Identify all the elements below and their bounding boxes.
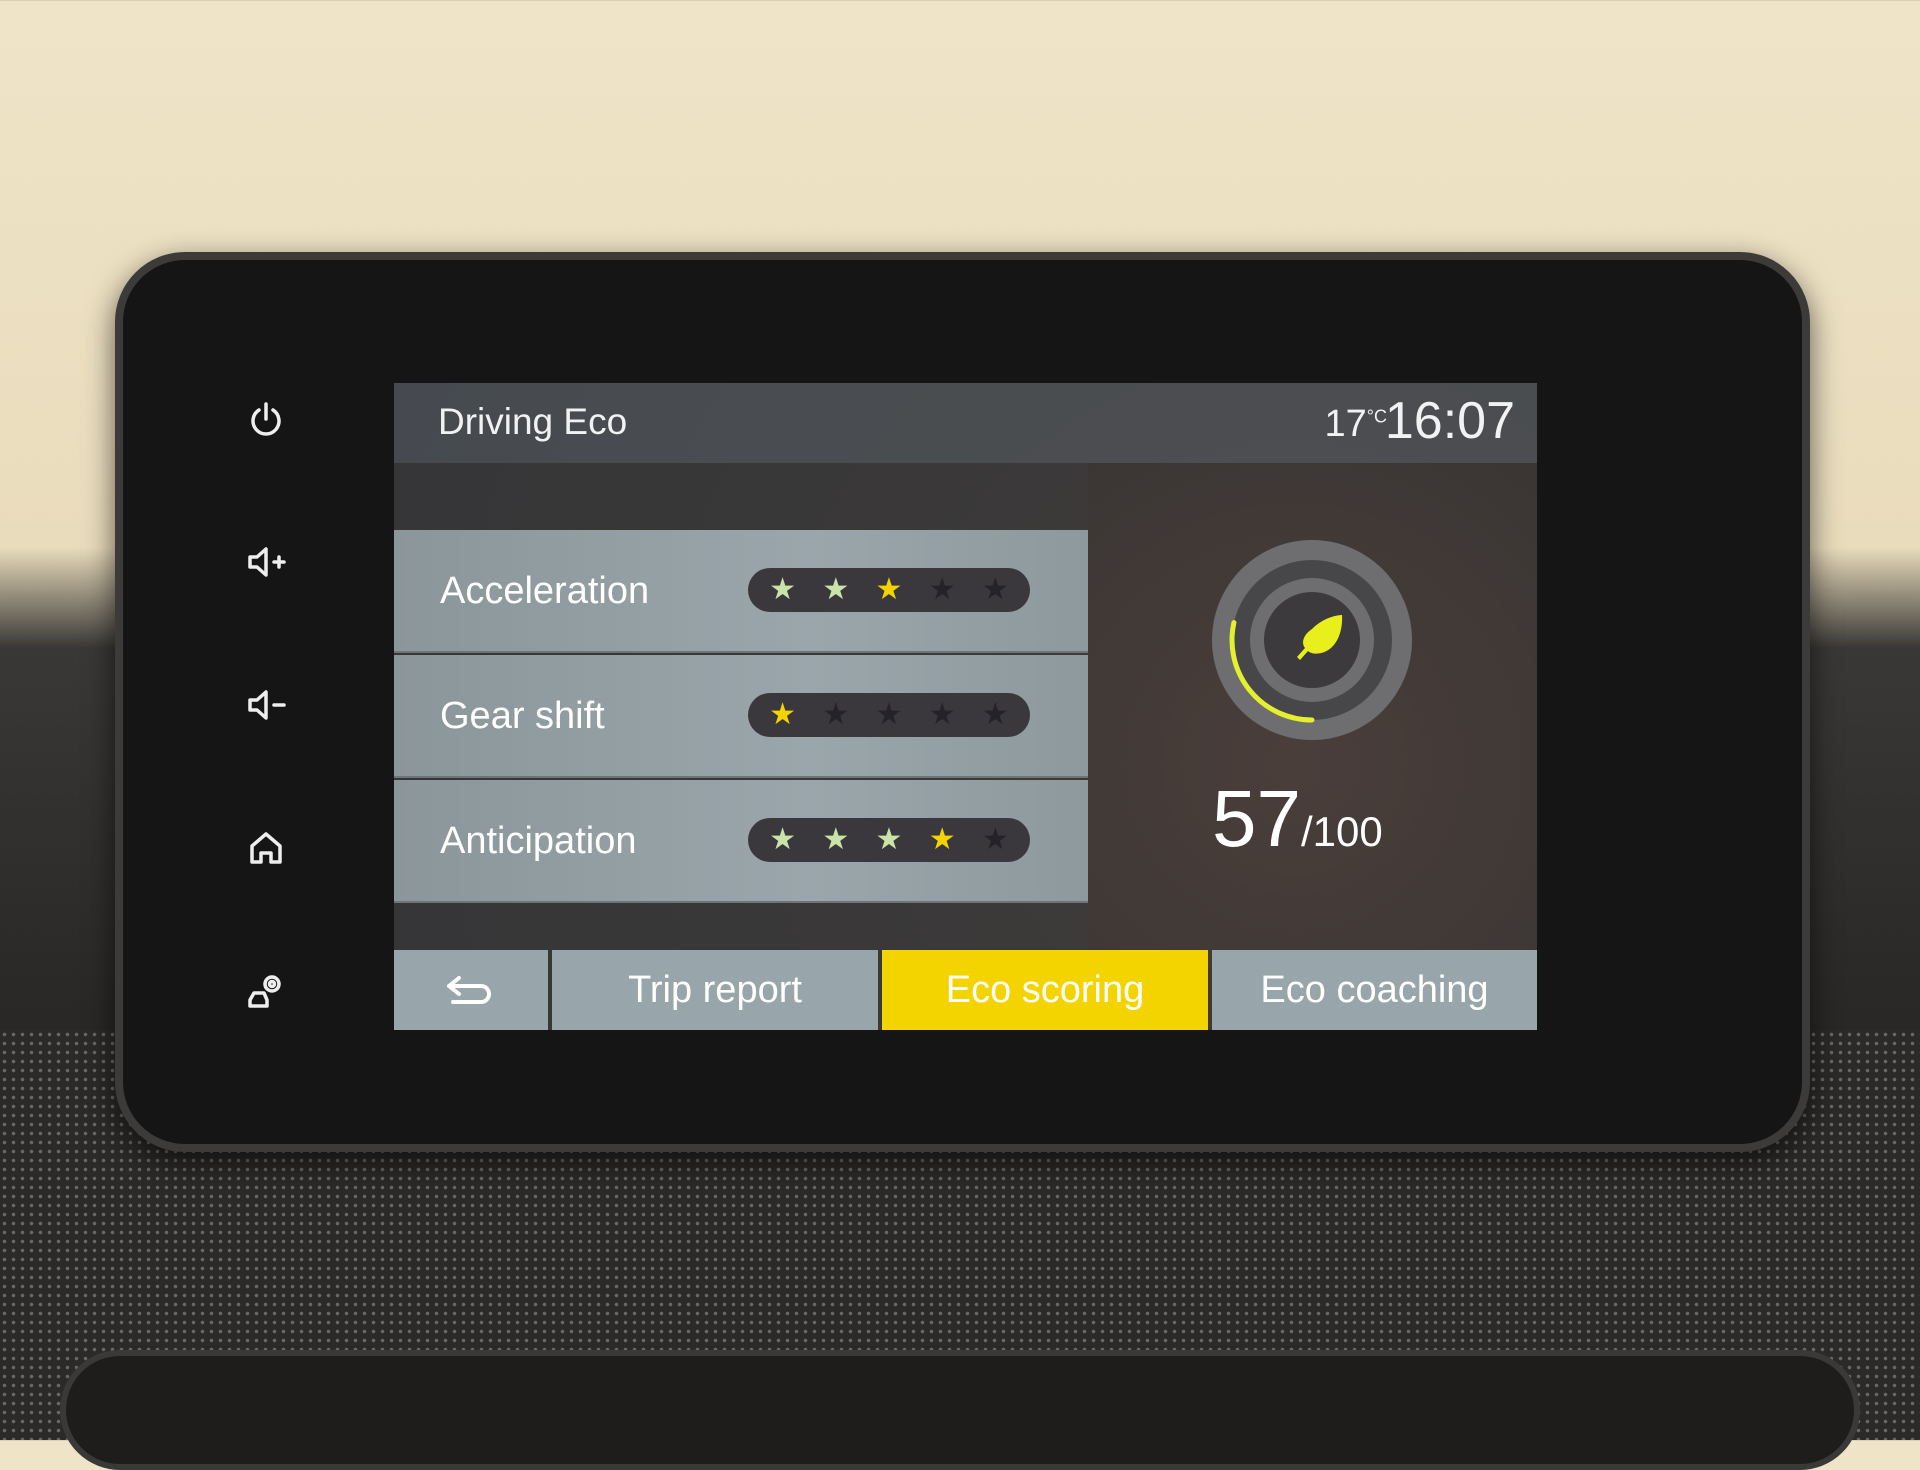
volume-down-icon: [248, 690, 286, 720]
star-filled-icon: ★: [875, 573, 903, 606]
dashboard-trim: [60, 1350, 1860, 1470]
star-empty-icon: ★: [928, 698, 956, 731]
home-icon: [250, 832, 282, 864]
score-max: /100: [1300, 808, 1383, 855]
rating-label: Anticipation: [440, 820, 637, 862]
rating-row-anticipation: Anticipation ★ ★ ★ ★ ★: [394, 780, 1088, 903]
volume-down-button[interactable]: [240, 679, 292, 731]
header-bar: Driving Eco 17°C 16:07: [394, 383, 1537, 463]
star-filled-icon: ★: [822, 823, 850, 856]
star-filled-icon: ★: [875, 823, 903, 856]
driver-settings-icon: [248, 975, 281, 1008]
tab-trip-report[interactable]: Trip report: [552, 950, 878, 1030]
star-filled-icon: ★: [769, 573, 797, 606]
eco-score: 57/100: [1212, 773, 1383, 865]
rating-row-acceleration: Acceleration ★ ★ ★ ★ ★: [394, 530, 1088, 653]
power-button[interactable]: [240, 394, 292, 446]
volume-up-button[interactable]: [240, 536, 292, 588]
rating-row-gear-shift: Gear shift ★ ★ ★ ★ ★: [394, 655, 1088, 778]
rating-label: Acceleration: [440, 570, 650, 612]
star-filled-icon: ★: [822, 573, 850, 606]
eco-score-gauge: [1212, 540, 1412, 740]
star-filled-icon: ★: [769, 698, 797, 731]
page-title: Driving Eco: [438, 401, 628, 442]
power-icon: [251, 402, 281, 436]
star-empty-icon: ★: [928, 573, 956, 606]
tab-eco-scoring[interactable]: Eco scoring: [882, 950, 1208, 1030]
star-empty-icon: ★: [981, 573, 1009, 606]
tab-eco-coaching[interactable]: Eco coaching: [1212, 950, 1537, 1030]
rating-label: Gear shift: [440, 695, 605, 737]
back-arrow-icon: [447, 976, 491, 1004]
score-value: 57: [1212, 774, 1301, 863]
clock: 16:07: [1384, 392, 1515, 450]
star-rating: ★ ★ ★ ★ ★: [748, 568, 1030, 612]
star-empty-icon: ★: [981, 698, 1009, 731]
star-rating: ★ ★ ★ ★ ★: [748, 818, 1030, 862]
temperature: 17°C: [1325, 403, 1387, 446]
star-filled-icon: ★: [928, 823, 956, 856]
star-rating: ★ ★ ★ ★ ★: [748, 693, 1030, 737]
infotainment-screen: Driving Eco 17°C 16:07 Acceleration ★ ★ ★ ★ ★…: [394, 383, 1537, 1030]
back-button[interactable]: [394, 950, 548, 1030]
star-empty-icon: ★: [981, 823, 1009, 856]
volume-up-icon: [248, 547, 286, 577]
home-button[interactable]: [240, 822, 292, 874]
star-empty-icon: ★: [822, 698, 850, 731]
driver-settings-button[interactable]: [240, 964, 292, 1016]
star-filled-icon: ★: [769, 823, 797, 856]
temperature-value: 17: [1324, 403, 1367, 445]
star-empty-icon: ★: [875, 698, 903, 731]
